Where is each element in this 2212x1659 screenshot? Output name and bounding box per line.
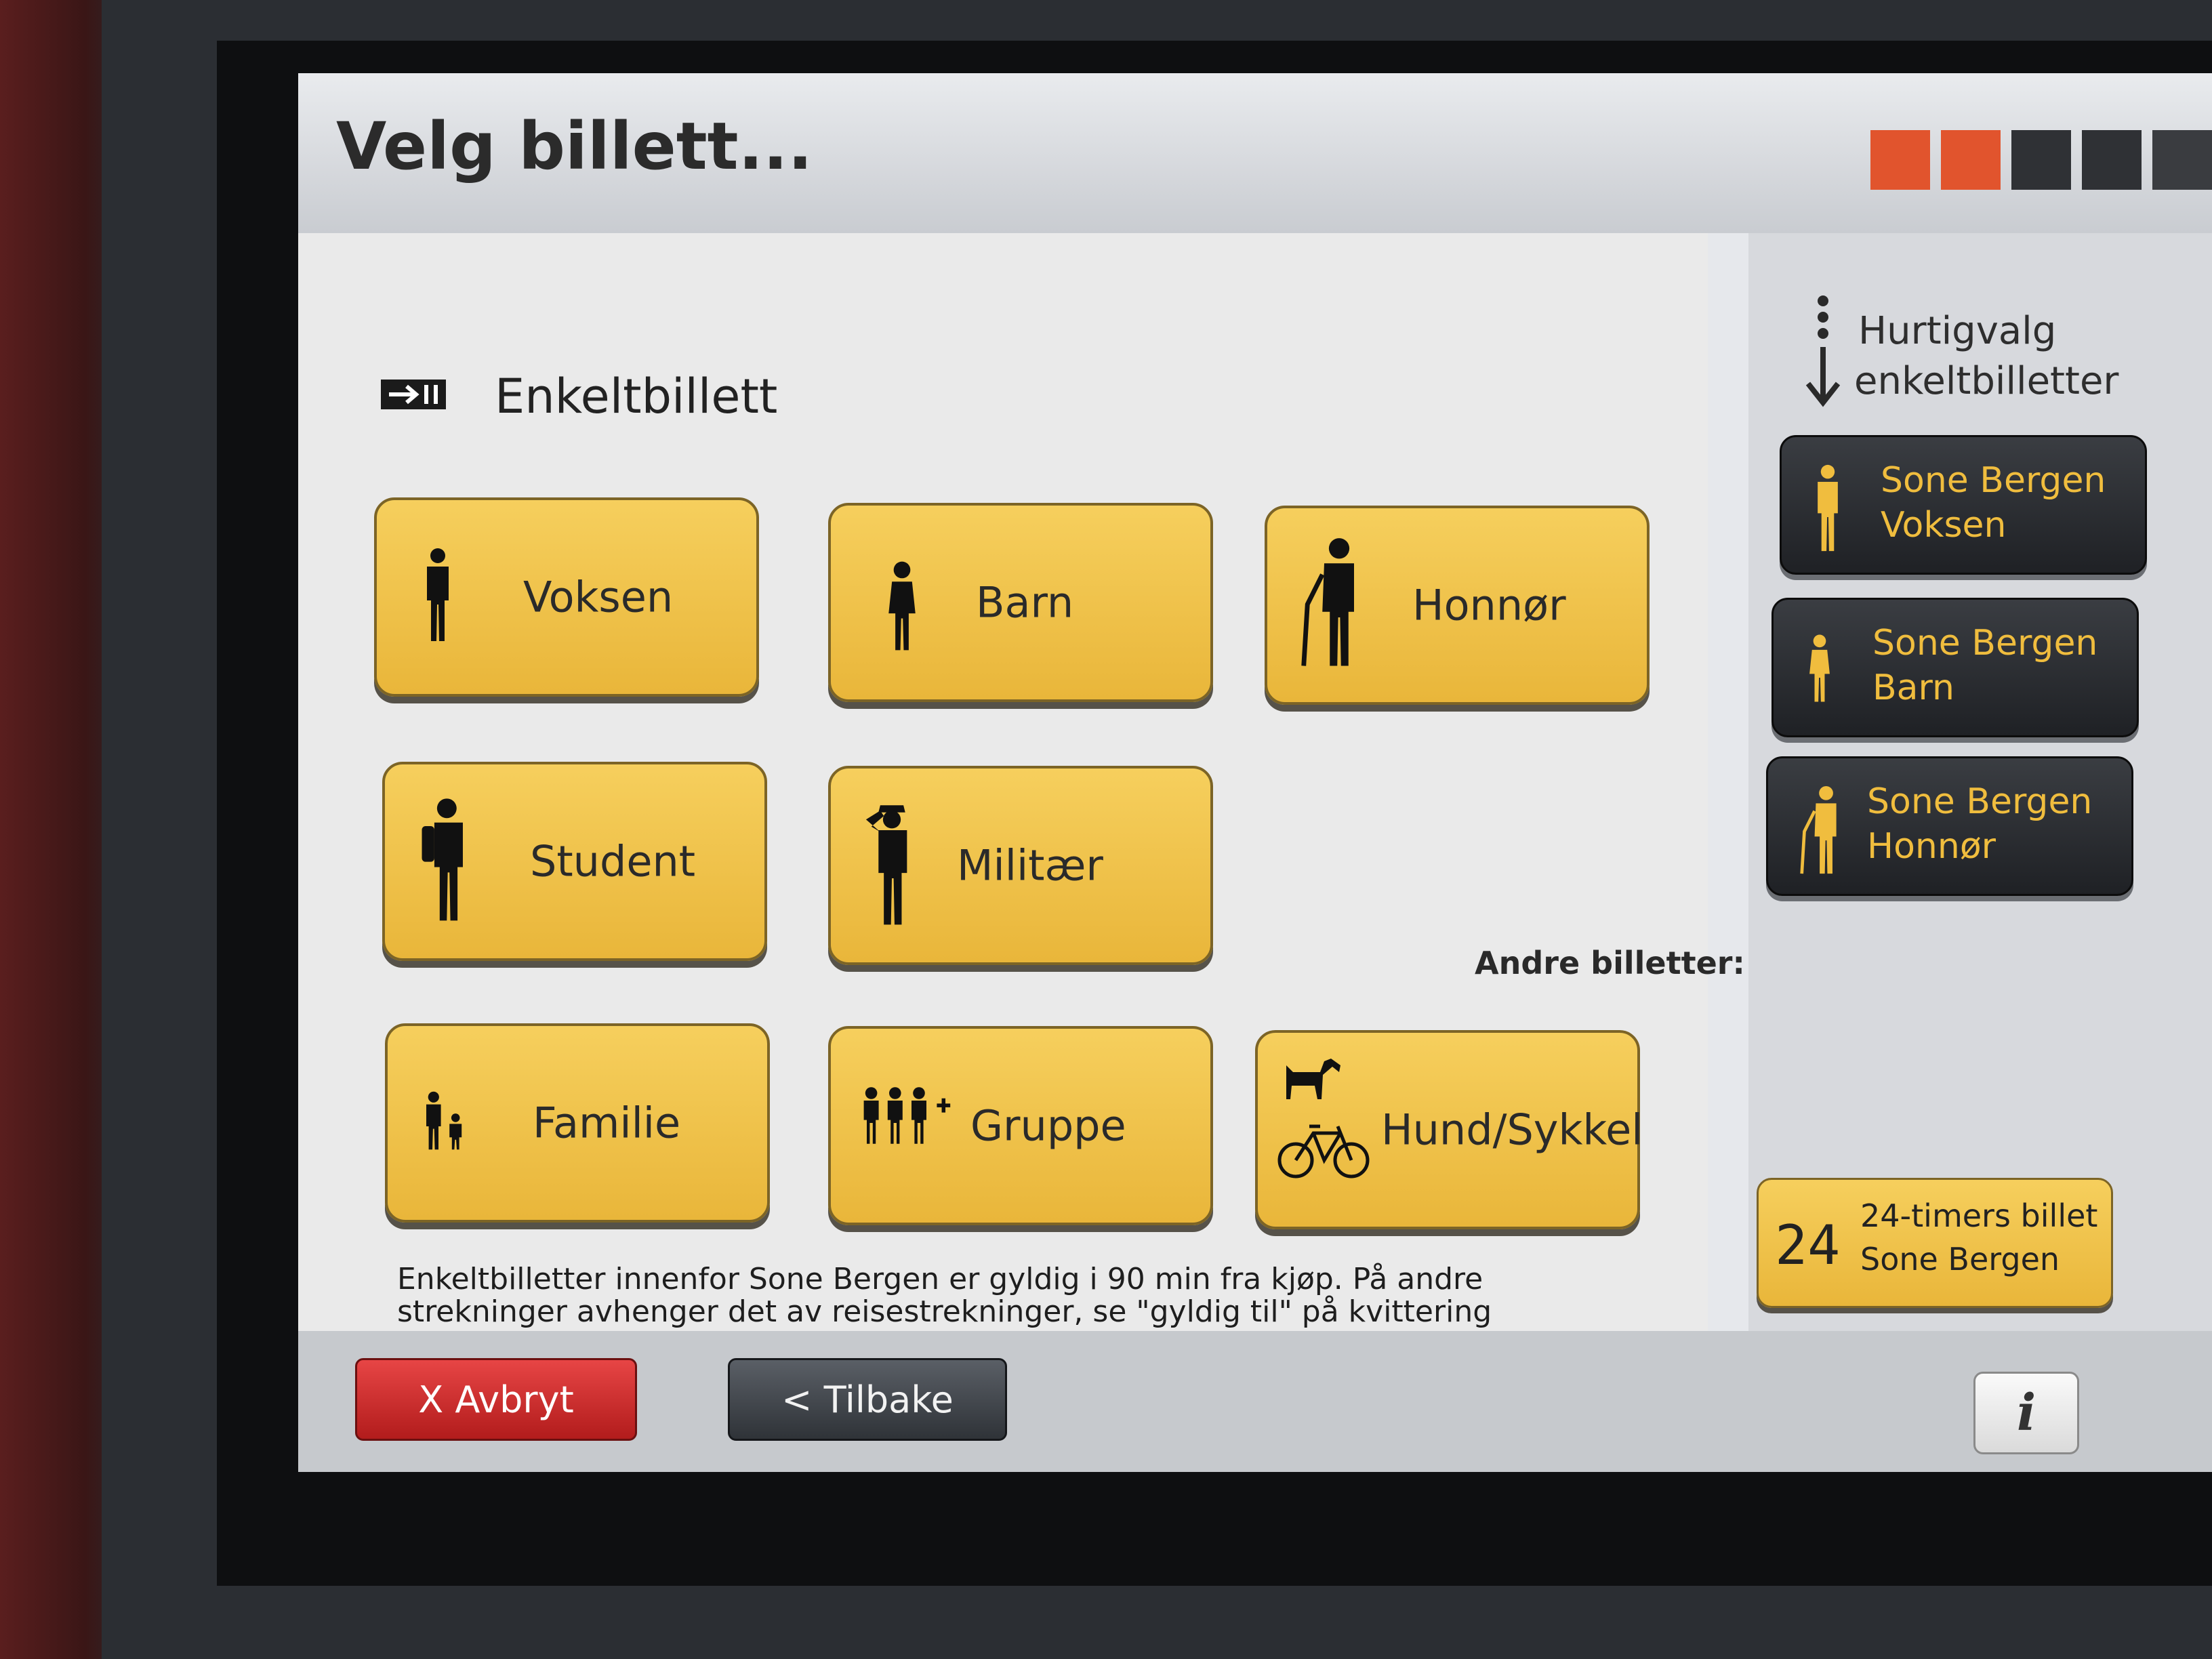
military-salute-icon xyxy=(865,805,907,925)
section-title: Enkeltbillett xyxy=(495,369,778,424)
24-hour-icon: 24 xyxy=(1775,1214,1841,1277)
group-plus-icon xyxy=(863,1087,951,1144)
cancel-button[interactable]: X Avbryt xyxy=(355,1358,637,1441)
family-icon xyxy=(426,1091,462,1150)
child-icon xyxy=(1809,634,1830,702)
ticket-militaer-button[interactable]: Militær xyxy=(828,766,1213,965)
ticket-machine-screen: Velg billett... Enkeltbillett Voksen Bar… xyxy=(298,73,2212,1472)
ticket-familie-button[interactable]: Familie xyxy=(385,1023,770,1223)
ticket-label: Gruppe xyxy=(970,1101,1126,1151)
ticket-student-button[interactable]: Student xyxy=(382,762,767,961)
back-button[interactable]: < Tilbake xyxy=(728,1358,1007,1441)
ticket-barn-button[interactable]: Barn xyxy=(828,503,1213,702)
quick-label-line1: Sone Bergen xyxy=(1867,781,2093,822)
adult-icon xyxy=(427,548,449,641)
quick-label-line1: Sone Bergen xyxy=(1872,623,2098,663)
quick-heading-line2: enkeltbilletter xyxy=(1854,359,2119,403)
ticket-label: Voksen xyxy=(523,572,674,622)
dog-bicycle-icon xyxy=(1277,1059,1370,1179)
quick-label-line2: Voksen xyxy=(1881,505,2007,546)
dotted-down-arrow-icon xyxy=(1805,295,1841,407)
day-ticket-line2: Sone Bergen xyxy=(1860,1241,2060,1277)
ticket-label: Hund/Sykkel xyxy=(1381,1105,1643,1155)
ticket-gruppe-button[interactable]: Gruppe xyxy=(828,1026,1213,1225)
main-content: Enkeltbillett Voksen Barn Honnør Student… xyxy=(298,233,1708,1361)
quick-honnor-button[interactable]: Sone Bergen Honnør xyxy=(1766,756,2133,896)
ticket-label: Honnør xyxy=(1412,580,1566,630)
quick-barn-button[interactable]: Sone Bergen Barn xyxy=(1771,598,2139,737)
ticket-voksen-button[interactable]: Voksen xyxy=(374,497,759,697)
ticket-honnor-button[interactable]: Honnør xyxy=(1265,506,1650,705)
24-hour-ticket-button[interactable]: 24 24-timers billet Sone Bergen xyxy=(1757,1178,2113,1308)
progress-step xyxy=(2011,130,2071,190)
header: Velg billett... xyxy=(298,73,2212,233)
quick-label-line2: Honnør xyxy=(1867,826,1996,867)
progress-step xyxy=(2152,130,2212,190)
ticket-hund-sykkel-button[interactable]: Hund/Sykkel xyxy=(1255,1030,1643,1229)
ticket-label: Familie xyxy=(533,1098,681,1148)
ticket-arrow-icon xyxy=(381,380,446,409)
progress-steps xyxy=(1870,130,2212,190)
quick-label-line1: Sone Bergen xyxy=(1881,460,2106,501)
ticket-label: Militær xyxy=(957,840,1103,890)
page-title: Velg billett... xyxy=(336,108,813,184)
adult-icon xyxy=(1818,464,1838,552)
student-backpack-icon xyxy=(422,798,463,921)
progress-step xyxy=(1870,130,1930,190)
quick-label-line2: Barn xyxy=(1872,668,1954,708)
senior-cane-icon xyxy=(1800,785,1837,874)
senior-cane-icon xyxy=(1301,538,1354,666)
other-tickets-label: Andre billetter: xyxy=(1475,945,1745,981)
day-ticket-line1: 24-timers billet xyxy=(1860,1197,2098,1234)
quick-voksen-button[interactable]: Sone Bergen Voksen xyxy=(1780,435,2147,575)
ticket-label: Barn xyxy=(976,577,1074,628)
ticket-label: Student xyxy=(530,836,696,886)
progress-step xyxy=(1941,130,2001,190)
quick-heading-line1: Hurtigvalg xyxy=(1858,309,2057,353)
info-button[interactable]: i xyxy=(1973,1372,2079,1454)
child-icon xyxy=(888,561,916,651)
progress-step xyxy=(2082,130,2142,190)
